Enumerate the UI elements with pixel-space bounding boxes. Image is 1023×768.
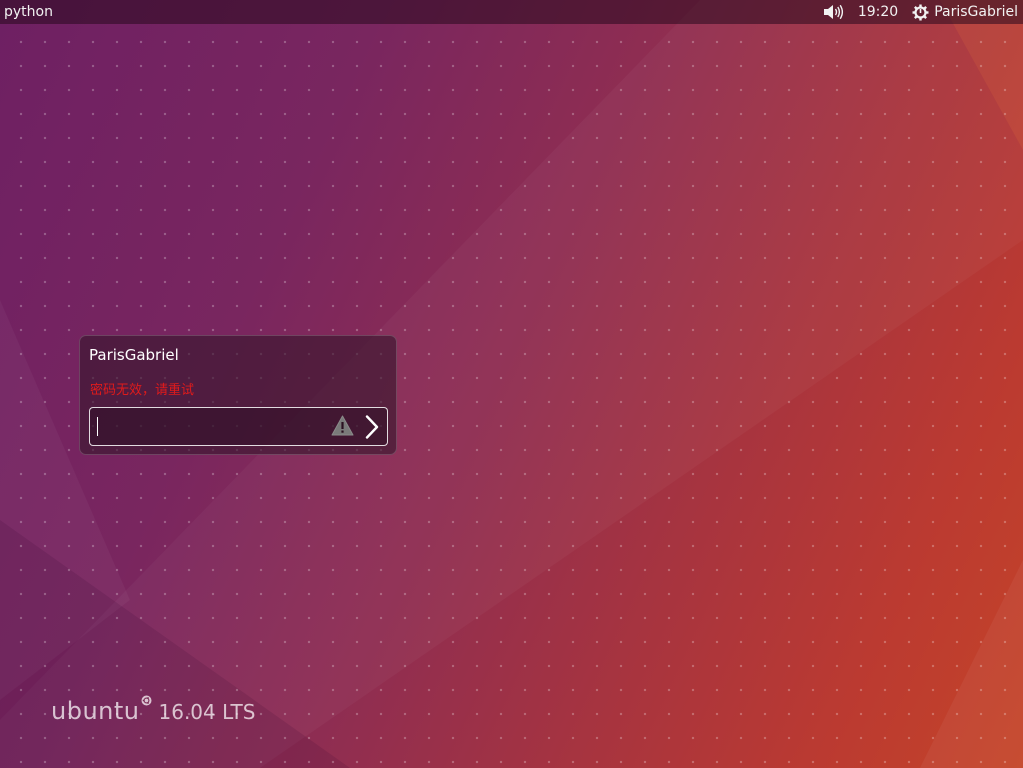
- ubuntu-version: 16.04 LTS: [158, 700, 256, 724]
- ubuntu-branding: ubuntu 16.04 LTS: [51, 695, 256, 725]
- password-field[interactable]: [89, 407, 388, 446]
- volume-icon[interactable]: [822, 0, 844, 24]
- session-user-menu[interactable]: ParisGabriel: [934, 4, 1018, 20]
- warning-icon: [331, 415, 354, 440]
- circle-of-friends-icon: [141, 691, 152, 706]
- clock[interactable]: 19:20: [858, 4, 898, 20]
- login-username: ParisGabriel: [89, 346, 179, 364]
- ubuntu-wordmark: ubuntu: [51, 697, 140, 725]
- login-error-message: 密码无效，请重试: [90, 383, 195, 398]
- password-input[interactable]: [96, 413, 330, 441]
- text-caret: [97, 417, 98, 436]
- app-label: python: [4, 4, 53, 20]
- power-gear-icon[interactable]: [912, 0, 929, 24]
- top-panel: python 19:20 ParisGabriel: [0, 0, 1023, 24]
- submit-login-button[interactable]: [361, 413, 383, 441]
- login-box: ParisGabriel 密码无效，请重试: [79, 335, 397, 455]
- chevron-right-icon: [365, 415, 379, 439]
